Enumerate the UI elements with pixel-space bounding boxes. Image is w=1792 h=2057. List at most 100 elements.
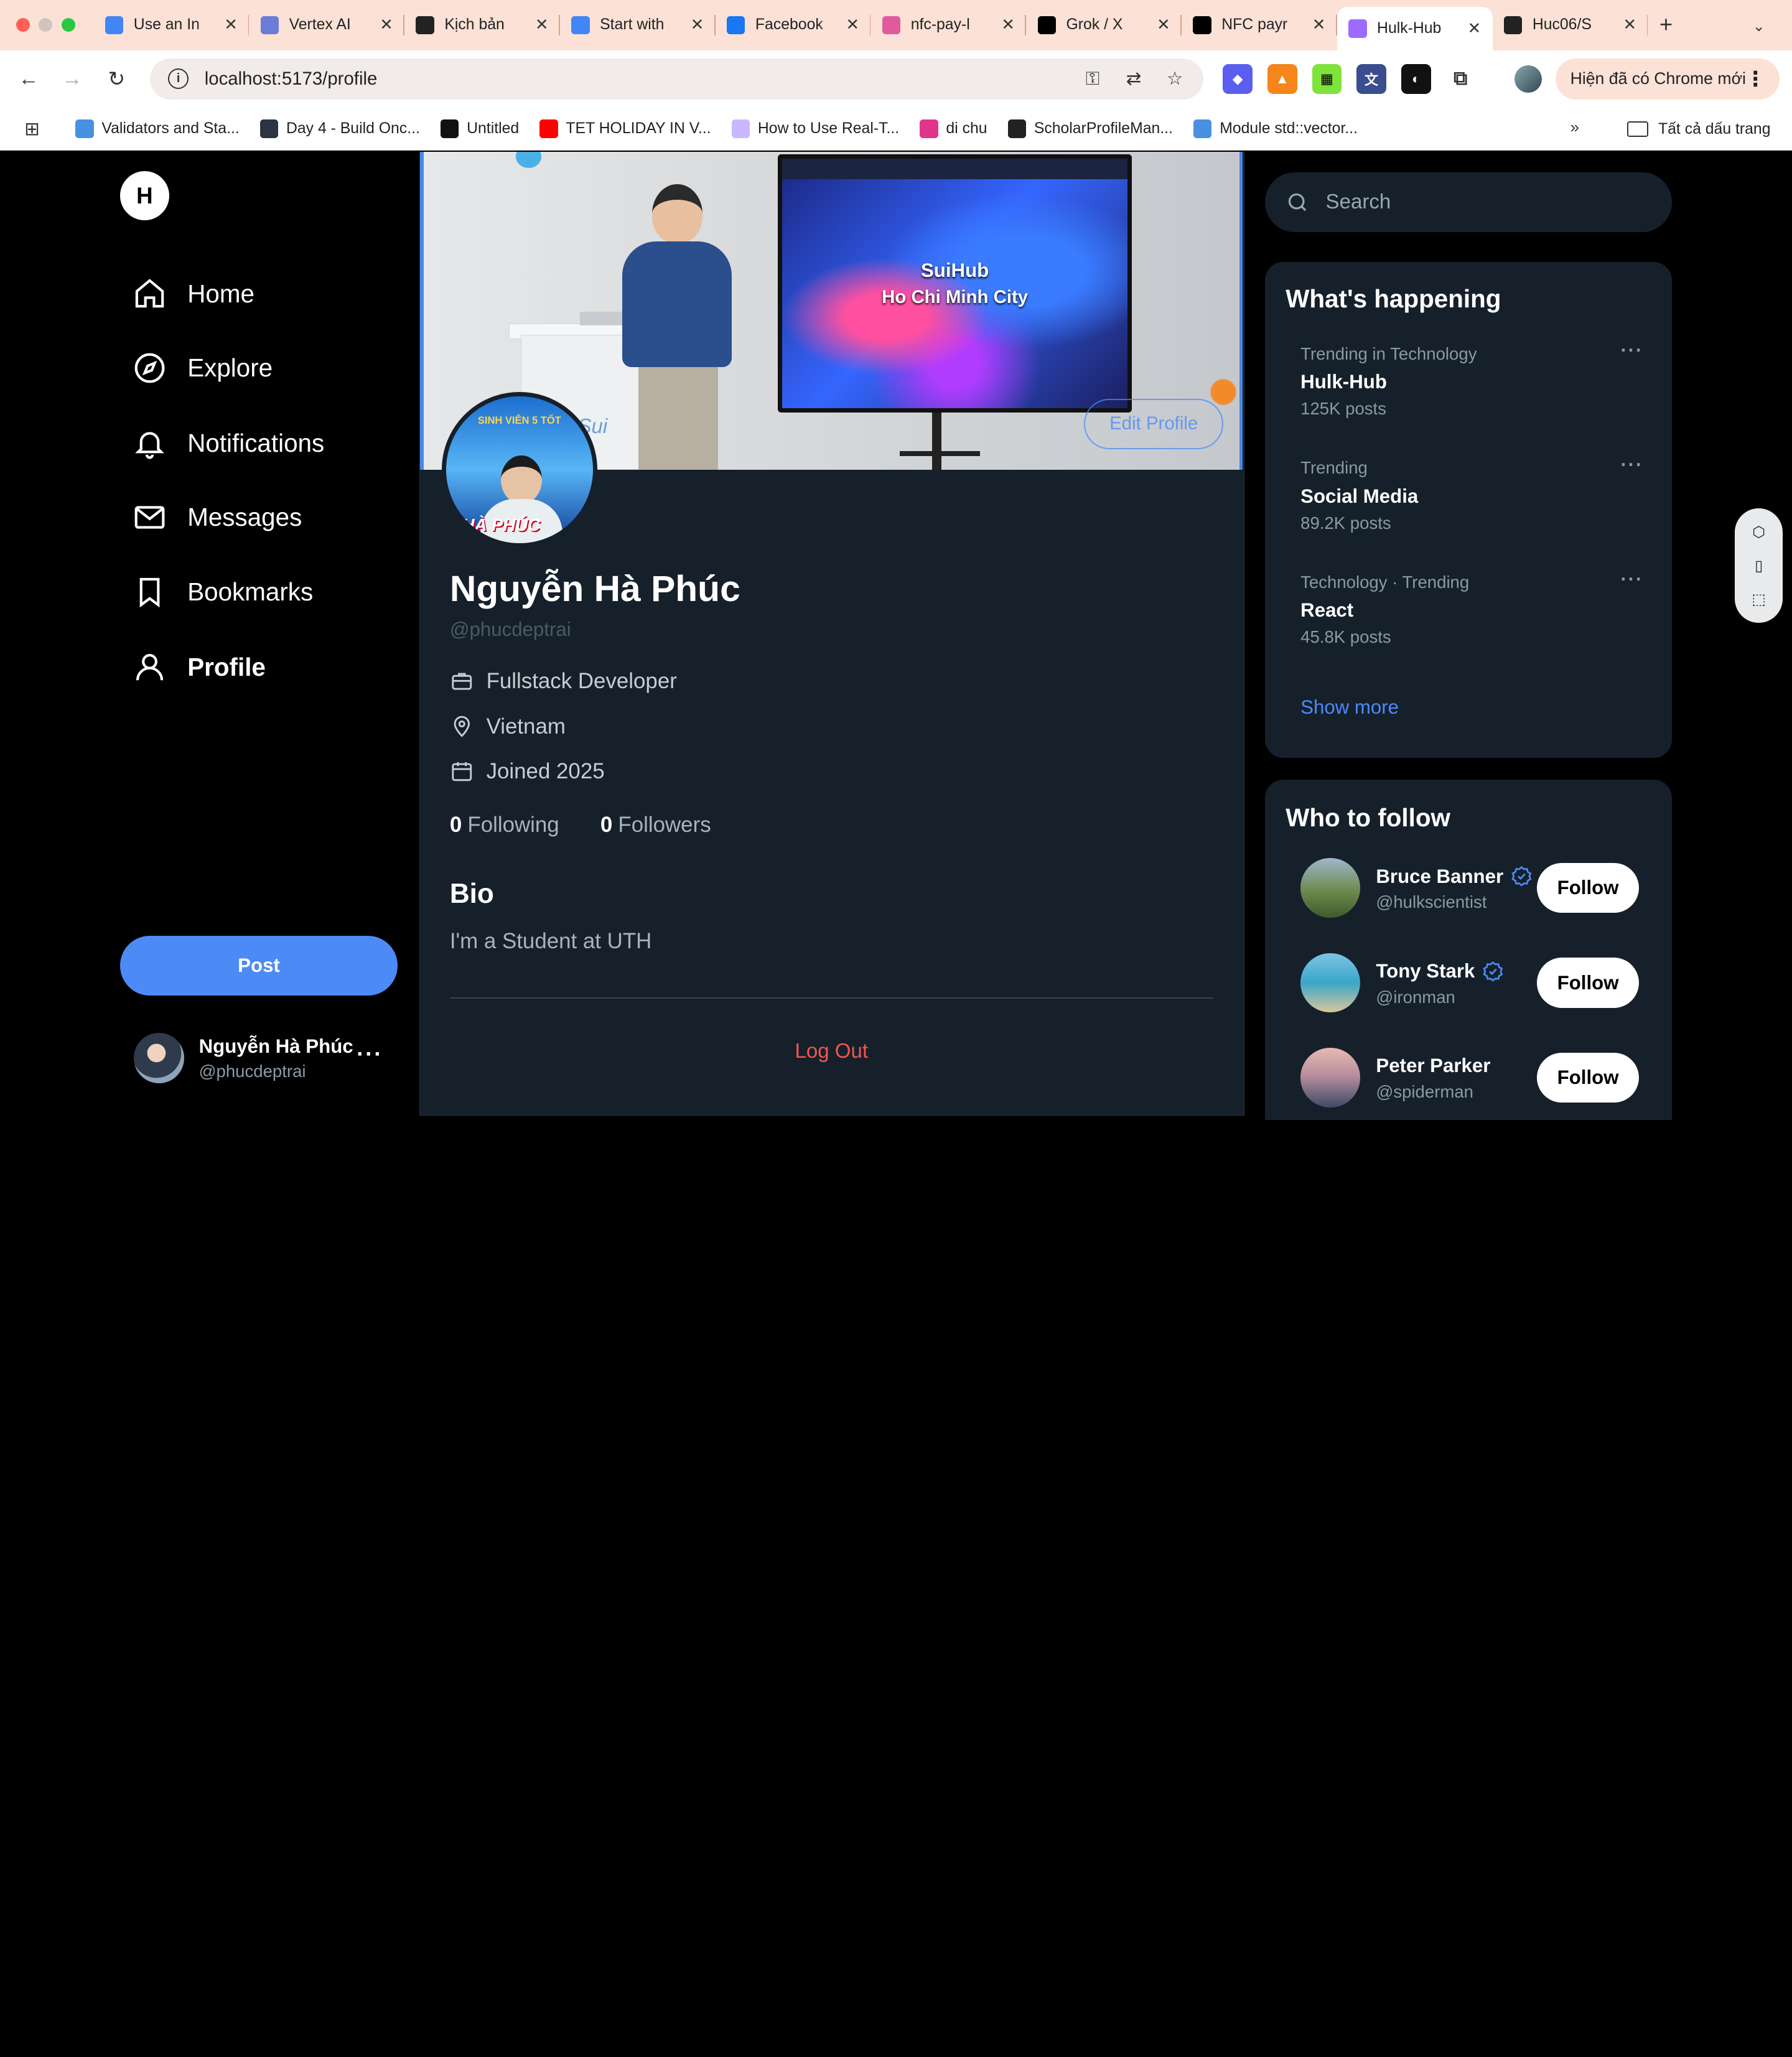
nav-explore[interactable]: Explore xyxy=(133,345,273,391)
account-switcher[interactable]: Nguyễn Hà Phúc @phucdeptrai ··· xyxy=(133,1032,396,1084)
browser-tab[interactable]: Use an In ✕ xyxy=(94,0,250,50)
bookmark-item[interactable]: Day 4 - Build Onc... xyxy=(259,119,420,138)
browser-tab[interactable]: Grok / X ✕ xyxy=(1026,0,1182,50)
trend-item[interactable]: Technology · Trending React 45.8K posts … xyxy=(1300,568,1643,647)
show-more-link[interactable]: Show more xyxy=(1300,696,1399,719)
nav-bookmarks[interactable]: Bookmarks xyxy=(133,569,313,615)
nav-home[interactable]: Home xyxy=(133,271,254,316)
cursor-select-icon[interactable]: ⬚ xyxy=(1746,587,1771,612)
follow-button[interactable]: Follow xyxy=(1537,1052,1639,1103)
address-bar[interactable]: i localhost:5173/profile ⚿ ⇄ ☆ xyxy=(149,58,1204,100)
logout-button[interactable]: Log Out xyxy=(420,1040,1243,1063)
reload-icon[interactable]: ↻ xyxy=(95,57,138,101)
new-tab-button[interactable]: + xyxy=(1659,12,1673,38)
maximize-window-button[interactable] xyxy=(62,18,76,32)
puzzle-icon[interactable]: ⧉ xyxy=(1445,64,1475,94)
close-icon[interactable]: ✕ xyxy=(1623,16,1636,34)
chevron-double-right-icon[interactable]: » xyxy=(1570,119,1579,137)
suggestion-name[interactable]: Tony Stark xyxy=(1376,960,1475,982)
close-icon[interactable]: ✕ xyxy=(691,16,704,34)
browser-tab[interactable]: Huc06/S ✕ xyxy=(1493,0,1648,50)
follow-button[interactable]: Follow xyxy=(1537,958,1639,1008)
bookmark-label: Untitled xyxy=(467,120,520,138)
forward-arrow-icon[interactable]: → xyxy=(50,57,94,101)
bio-title: Bio xyxy=(449,879,494,910)
browser-tab[interactable]: Start with ✕ xyxy=(560,0,716,50)
apps-grid-icon[interactable]: ⊞ xyxy=(9,118,55,140)
more-horizontal-icon[interactable]: ··· xyxy=(1620,339,1643,361)
close-icon[interactable]: ✕ xyxy=(1157,16,1170,34)
suggestion-name[interactable]: Peter Parker xyxy=(1376,1055,1490,1077)
close-icon[interactable]: ✕ xyxy=(846,16,860,34)
star-icon[interactable]: ☆ xyxy=(1162,67,1187,91)
profile-joined: Joined 2025 xyxy=(450,757,605,786)
search-input[interactable] xyxy=(1325,190,1623,215)
chrome-update-button[interactable]: Hiện đã có Chrome mới ⋮ xyxy=(1555,58,1780,100)
post-button[interactable]: Post xyxy=(119,936,398,996)
app-logo[interactable]: H xyxy=(119,171,169,221)
avatar[interactable] xyxy=(1300,1048,1360,1108)
more-horizontal-icon[interactable]: ··· xyxy=(357,1041,383,1067)
browser-tab[interactable]: Facebook ✕ xyxy=(716,0,871,50)
chrome-profile-avatar[interactable] xyxy=(1514,65,1542,93)
trend-item[interactable]: Trending in Technology Hulk-Hub 125K pos… xyxy=(1300,339,1643,419)
bookmark-item[interactable]: Untitled xyxy=(440,119,520,138)
extension-cat-icon[interactable]: ◆ xyxy=(1223,63,1253,94)
close-icon[interactable]: ✕ xyxy=(1312,16,1326,34)
browser-tab[interactable]: Hulk-Hub ✕ xyxy=(1337,7,1493,50)
edit-profile-button[interactable]: Edit Profile xyxy=(1084,398,1224,449)
bookmark-item[interactable]: TET HOLIDAY IN V... xyxy=(539,119,711,138)
more-horizontal-icon[interactable]: ··· xyxy=(1620,568,1643,590)
site-info-icon[interactable]: i xyxy=(167,68,189,90)
url-text[interactable]: localhost:5173/profile xyxy=(205,68,378,90)
extension-translate-icon[interactable]: 文 xyxy=(1356,63,1386,94)
bookmark-item[interactable]: di chu xyxy=(920,119,987,138)
close-icon[interactable]: ✕ xyxy=(1001,16,1015,34)
spiral-icon xyxy=(731,119,750,138)
trend-item[interactable]: Trending Social Media 89.2K posts ··· xyxy=(1300,454,1643,533)
close-window-button[interactable] xyxy=(16,18,30,32)
nav-notifications[interactable]: Notifications xyxy=(133,421,324,466)
more-vertical-icon[interactable]: ⋮ xyxy=(1745,67,1766,91)
tab-search-chevron-icon[interactable]: ⌄ xyxy=(1744,11,1774,41)
browser-tab[interactable]: Vertex AI ✕ xyxy=(249,0,405,50)
avatar[interactable] xyxy=(1300,858,1360,918)
close-icon[interactable]: ✕ xyxy=(224,16,238,34)
all-bookmarks-folder[interactable]: Tất cả dấu trang xyxy=(1627,108,1770,151)
hexagon-icon[interactable]: ⬡ xyxy=(1746,520,1771,544)
extension-wallet-icon[interactable]: ◐ xyxy=(1401,63,1431,94)
close-icon[interactable]: ✕ xyxy=(535,16,549,34)
browser-tab[interactable]: NFC payr ✕ xyxy=(1182,0,1337,50)
search-box[interactable] xyxy=(1265,172,1673,232)
avatar[interactable] xyxy=(1300,953,1360,1013)
metamask-fox-icon[interactable]: ▲ xyxy=(1267,63,1297,94)
key-icon[interactable]: ⚿ xyxy=(1080,67,1105,91)
github-icon xyxy=(1503,16,1523,35)
more-horizontal-icon[interactable]: ··· xyxy=(1620,454,1643,476)
translate-icon[interactable]: ⇄ xyxy=(1121,67,1146,91)
extension-grid-icon[interactable]: ▦ xyxy=(1312,63,1342,94)
followers-link[interactable]: 0 Followers xyxy=(600,813,711,837)
follow-button[interactable]: Follow xyxy=(1537,862,1639,913)
trend-name: Hulk-Hub xyxy=(1300,370,1387,393)
suggestion-name[interactable]: Bruce Banner xyxy=(1376,865,1503,888)
pink-app-icon xyxy=(882,16,901,35)
following-link[interactable]: 0 Following xyxy=(450,813,559,837)
nav-profile[interactable]: Profile xyxy=(133,645,266,690)
bookmark-item[interactable]: Validators and Sta... xyxy=(75,119,240,138)
browser-tab[interactable]: Kịch bản ✕ xyxy=(404,0,560,50)
bookmark-item[interactable]: ScholarProfileMan... xyxy=(1007,119,1173,138)
bookmark-item[interactable]: Module std::vector... xyxy=(1193,119,1358,138)
browser-tab[interactable]: nfc-pay-l ✕ xyxy=(870,0,1027,50)
profile-avatar[interactable]: SINH VIÊN 5 TỐT HÀ PHÚC xyxy=(441,391,597,548)
nav-messages[interactable]: Messages xyxy=(133,495,302,540)
bio-text: I'm a Student at UTH xyxy=(449,929,652,954)
bookmark-label: Day 4 - Build Onc... xyxy=(286,120,420,138)
bookmark-icon[interactable]: ▯ xyxy=(1746,553,1771,578)
back-arrow-icon[interactable]: ← xyxy=(7,57,50,101)
google-cloud-icon xyxy=(571,16,590,35)
close-icon[interactable]: ✕ xyxy=(1468,19,1482,38)
minimize-window-button[interactable] xyxy=(39,18,53,32)
bookmark-item[interactable]: How to Use Real-T... xyxy=(731,119,899,138)
close-icon[interactable]: ✕ xyxy=(380,16,393,34)
